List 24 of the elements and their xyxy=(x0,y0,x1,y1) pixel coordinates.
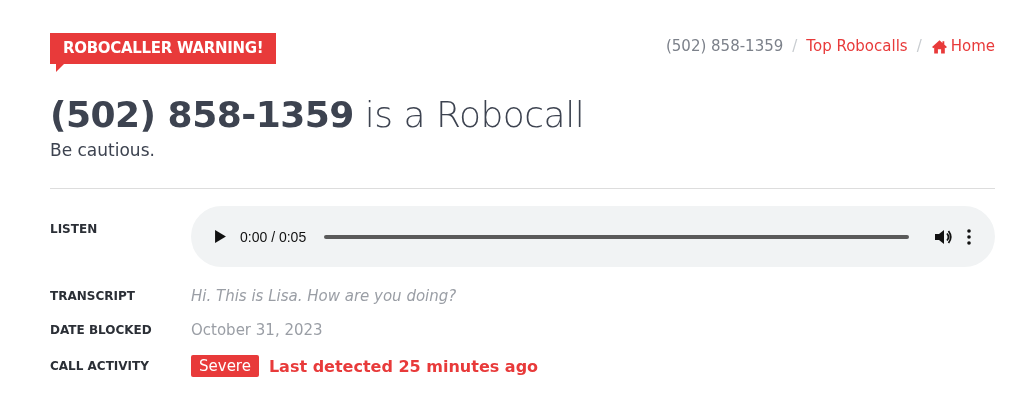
date-text: October 31, 2023 xyxy=(191,321,324,339)
breadcrumb-separator: / xyxy=(916,37,922,55)
breadcrumb-current: (502) 858-1359 xyxy=(665,37,784,55)
play-icon[interactable] xyxy=(215,230,226,243)
audio-player[interactable]: 0:00 / 0:05 xyxy=(191,206,995,267)
breadcrumb-link[interactable]: Top Robocalls xyxy=(806,37,908,55)
audio-time: 0:00 / 0:05 xyxy=(240,228,307,245)
severity-tag: Severe xyxy=(191,355,259,377)
last-detected-text: Last detected 25 minutes ago xyxy=(268,356,539,376)
more-options-icon[interactable] xyxy=(967,228,971,245)
home-link[interactable]: Home xyxy=(930,37,995,55)
detail-label: TRANSCRIPT xyxy=(50,289,136,303)
badge-tail xyxy=(56,64,64,72)
detail-label: DATE BLOCKED xyxy=(50,323,153,337)
breadcrumb-separator: / xyxy=(792,37,798,55)
page-heading: (502) 858-1359 is a Robocall xyxy=(50,93,586,137)
transcript-text: Hi. This is Lisa. How are you doing? xyxy=(191,287,458,305)
subtitle: Be cautious. xyxy=(50,140,156,160)
detail-label: CALL ACTIVITY xyxy=(50,359,150,373)
home-icon[interactable] xyxy=(930,38,948,54)
volume-icon[interactable] xyxy=(935,228,953,245)
detail-label: LISTEN xyxy=(50,222,99,236)
warning-badge: ROBOCALLER WARNING! xyxy=(50,33,277,64)
progress-track[interactable] xyxy=(324,234,909,239)
